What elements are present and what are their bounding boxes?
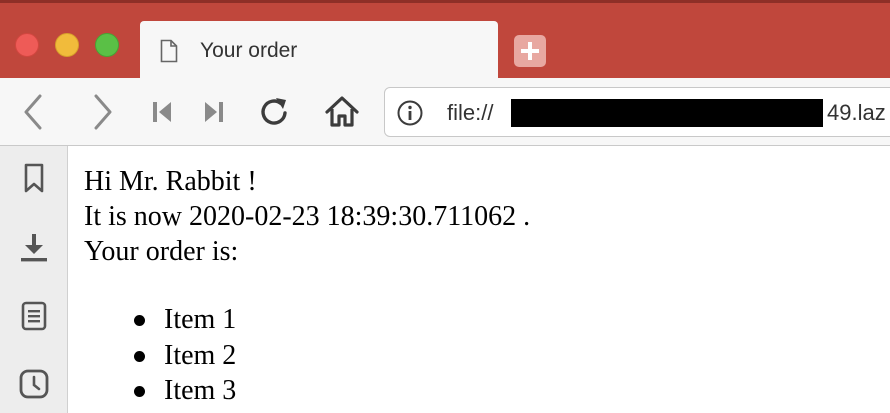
- reload-icon: [261, 98, 287, 125]
- back-icon: [24, 94, 42, 130]
- sidebar-reader-button[interactable]: [18, 300, 50, 332]
- greeting-text: Hi Mr. Rabbit !: [84, 166, 257, 197]
- skip-forward-button[interactable]: [194, 92, 234, 132]
- bullet: [134, 315, 145, 326]
- zoom-window-button[interactable]: [95, 33, 119, 57]
- minimize-window-button[interactable]: [55, 33, 79, 57]
- skip-forward-icon: [205, 102, 223, 122]
- title-bar: Your order: [0, 0, 890, 81]
- list-item-label: Item 2: [164, 339, 237, 371]
- reader-icon: [21, 301, 47, 331]
- order-intro-text: Your order is:: [84, 236, 239, 267]
- page-content: Hi Mr. Rabbit ! It is now 2020-02-23 18:…: [68, 146, 890, 413]
- time-text: It is now 2020-02-23 18:39:30.711062 .: [84, 201, 531, 232]
- tab-your-order[interactable]: Your order: [140, 21, 498, 81]
- address-bar[interactable]: file:// 49.laz: [384, 87, 890, 137]
- bullet: [134, 350, 145, 362]
- sidebar-downloads-button[interactable]: [18, 232, 50, 264]
- bookmark-icon: [24, 163, 44, 193]
- order-list: Item 1 Item 2 Item 3: [134, 302, 237, 409]
- navigation-toolbar: file:// 49.laz: [0, 78, 890, 146]
- tab-title: Your order: [200, 39, 298, 62]
- home-button[interactable]: [322, 92, 362, 132]
- plus-icon: [521, 42, 539, 60]
- bullet: [134, 386, 145, 397]
- sidebar-history-button[interactable]: [18, 368, 50, 400]
- new-tab-button[interactable]: [514, 35, 546, 67]
- skip-back-icon: [153, 102, 171, 122]
- url-redaction: [511, 99, 823, 127]
- forward-icon: [94, 94, 112, 130]
- list-item-label: Item 1: [164, 304, 237, 335]
- home-icon: [325, 96, 359, 127]
- page-icon: [160, 39, 178, 63]
- history-icon: [19, 369, 49, 399]
- list-item: Item 3: [134, 373, 237, 409]
- sidebar: [0, 146, 68, 413]
- download-icon: [21, 234, 47, 262]
- sidebar-bookmarks-button[interactable]: [18, 162, 50, 194]
- url-input[interactable]: file:// 49.laz: [447, 99, 890, 127]
- list-item: Item 2: [134, 338, 237, 374]
- forward-button[interactable]: [82, 92, 122, 132]
- back-button[interactable]: [14, 92, 54, 132]
- reload-button[interactable]: [254, 92, 294, 132]
- close-window-button[interactable]: [15, 33, 39, 57]
- list-item: Item 1: [134, 302, 237, 338]
- list-item-label: Item 3: [164, 375, 237, 406]
- url-tail: 49.laz: [827, 100, 886, 125]
- info-icon[interactable]: [397, 100, 423, 126]
- url-scheme: file://: [447, 100, 494, 125]
- skip-back-button[interactable]: [144, 92, 184, 132]
